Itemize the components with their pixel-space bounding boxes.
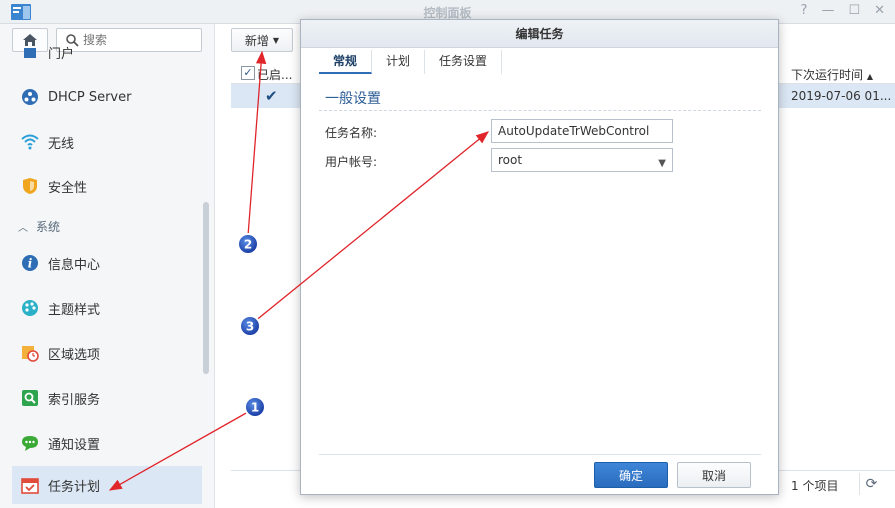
row-enabled-checkbox[interactable]: ✔ (265, 88, 281, 104)
minimize-icon[interactable]: — (821, 3, 834, 18)
task-name-input[interactable]: AutoUpdateTrWebControl (491, 119, 673, 143)
ok-button[interactable]: 确定 (594, 462, 668, 488)
sidebar-item-portal[interactable]: 门户 (12, 44, 202, 62)
sidebar-item-region[interactable]: 区域选项 (12, 334, 202, 372)
region-clock-icon (20, 343, 40, 363)
add-button-label: 新增 (244, 33, 269, 48)
chevron-up-icon: ︿ (18, 223, 28, 234)
sidebar-item-label: 无线 (48, 136, 75, 152)
column-enabled[interactable]: 已启... (257, 66, 292, 83)
sidebar-item-label: 通知设置 (48, 437, 101, 453)
sidebar-item-label: 信息中心 (48, 257, 101, 273)
info-icon: i (20, 253, 40, 273)
close-icon[interactable]: ✕ (874, 3, 885, 18)
dialog-title: 编辑任务 (301, 20, 778, 48)
sidebar-item-wifi[interactable]: 无线 (12, 123, 202, 161)
section-label: 系统 (36, 220, 61, 234)
section-general-settings: 一般设置 (325, 91, 381, 107)
index-search-icon (20, 388, 40, 408)
row-next-run: 2019-07-06 01... (791, 89, 892, 103)
edit-task-dialog: 编辑任务 常规 计划 任务设置 一般设置 任务名称: AutoUpdateTrW… (300, 19, 779, 495)
dhcp-server-icon (20, 87, 40, 107)
sidebar-item-info-center[interactable]: i 信息中心 (12, 244, 202, 282)
calendar-icon (20, 475, 40, 495)
divider (319, 110, 761, 111)
tab-schedule[interactable]: 计划 (372, 50, 426, 74)
help-icon[interactable]: ? (801, 3, 808, 18)
sidebar-item-dhcp-server[interactable]: DHCP Server (12, 78, 202, 116)
chat-bubble-icon (20, 433, 40, 453)
column-next-run[interactable]: 下次运行时间 ▲ (791, 66, 873, 83)
caret-down-icon: ▼ (658, 158, 666, 169)
column-next-run-label: 下次运行时间 (791, 68, 864, 82)
sidebar-item-theme[interactable]: 主题样式 (12, 289, 202, 327)
caret-down-icon: ▼ (272, 35, 280, 45)
sidebar-item-security[interactable]: 安全性 (12, 167, 202, 205)
item-count: 1 个项目 (791, 479, 839, 493)
user-account-value: root (498, 153, 523, 167)
sidebar-item-label: DHCP Server (48, 89, 132, 105)
dialog-tabs: 常规 计划 任务设置 (319, 50, 503, 74)
refresh-icon[interactable]: ⟳ (859, 473, 883, 495)
shield-icon (20, 176, 40, 196)
cancel-button[interactable]: 取消 (677, 462, 751, 488)
sidebar-item-label: 门户 (48, 47, 75, 62)
sidebar-item-label: 任务计划 (48, 479, 101, 495)
sidebar-item-notification[interactable]: 通知设置 (12, 424, 202, 462)
sidebar: 门户 DHCP Server 无线 安全性 ︿ 系统 i 信息中心 主题样式 (0, 24, 215, 508)
sidebar-item-label: 区域选项 (48, 347, 101, 363)
tab-general[interactable]: 常规 (319, 50, 373, 74)
portal-icon (20, 44, 40, 62)
maximize-icon[interactable]: ☐ (848, 3, 860, 18)
select-all-checkbox[interactable]: ✓ (241, 66, 255, 80)
task-name-label: 任务名称: (325, 126, 378, 140)
sidebar-item-task-scheduler[interactable]: 任务计划 (12, 466, 202, 504)
sort-asc-icon: ▲ (866, 72, 873, 81)
wifi-icon (20, 132, 40, 152)
sidebar-scrollbar[interactable] (203, 202, 209, 374)
user-account-label: 用户帐号: (325, 155, 378, 169)
user-account-select[interactable]: root ▼ (491, 148, 673, 172)
tab-task-settings[interactable]: 任务设置 (425, 50, 503, 74)
palette-icon (20, 298, 40, 318)
section-header-system[interactable]: ︿ 系统 (18, 218, 60, 235)
add-button[interactable]: 新增 ▼ (231, 28, 293, 52)
sidebar-item-label: 主题样式 (48, 302, 101, 318)
sidebar-item-label: 索引服务 (48, 392, 101, 408)
sidebar-item-index-service[interactable]: 索引服务 (12, 379, 202, 417)
sidebar-item-label: 安全性 (48, 180, 88, 196)
svg-text:i: i (28, 257, 33, 271)
dialog-footer-divider (319, 454, 761, 455)
